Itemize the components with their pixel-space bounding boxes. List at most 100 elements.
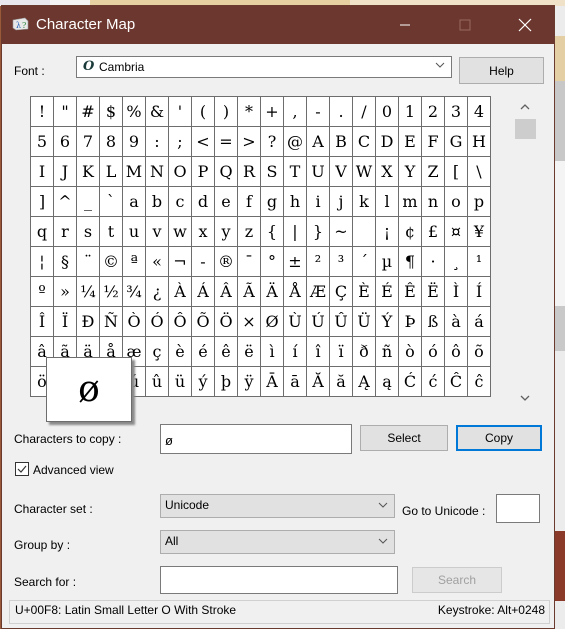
font-dropdown[interactable]: O Cambria xyxy=(76,56,452,78)
advanced-view-checkbox[interactable] xyxy=(15,462,29,476)
character-cell[interactable] xyxy=(353,217,376,247)
character-cell[interactable]: Û xyxy=(330,307,353,337)
character-cell[interactable]: õ xyxy=(468,337,491,367)
character-cell[interactable]: Y xyxy=(399,157,422,187)
character-cell[interactable]: ô xyxy=(445,337,468,367)
copy-button[interactable]: Copy xyxy=(456,425,542,451)
character-cell[interactable]: Ñ xyxy=(100,307,123,337)
scroll-down-button[interactable] xyxy=(513,389,537,407)
character-cell[interactable]: { xyxy=(261,217,284,247)
character-cell[interactable]: D xyxy=(376,127,399,157)
character-cell[interactable]: Å xyxy=(284,277,307,307)
character-cell[interactable]: y xyxy=(215,217,238,247)
character-cell[interactable]: ë xyxy=(238,337,261,367)
character-cell[interactable]: ; xyxy=(169,127,192,157)
character-cell[interactable]: ü xyxy=(169,367,192,397)
character-cell[interactable]: o xyxy=(445,187,468,217)
character-cell[interactable]: ± xyxy=(284,247,307,277)
character-cell[interactable]: £ xyxy=(422,217,445,247)
character-cell[interactable]: ´ xyxy=(353,247,376,277)
character-cell[interactable]: < xyxy=(192,127,215,157)
character-cell[interactable]: î xyxy=(307,337,330,367)
character-cell[interactable]: ì xyxy=(261,337,284,367)
character-cell[interactable]: P xyxy=(192,157,215,187)
character-cell[interactable]: 9 xyxy=(123,127,146,157)
character-cell[interactable]: ï xyxy=(330,337,353,367)
character-cell[interactable]: 8 xyxy=(100,127,123,157)
character-cell[interactable]: } xyxy=(307,217,330,247)
help-button[interactable]: Help xyxy=(459,57,544,84)
character-cell[interactable]: K xyxy=(77,157,100,187)
character-cell[interactable]: Ĉ xyxy=(445,367,468,397)
character-cell[interactable]: ) xyxy=(215,97,238,127)
character-cell[interactable]: ® xyxy=(215,247,238,277)
character-cell[interactable]: - xyxy=(307,97,330,127)
character-cell[interactable]: × xyxy=(238,307,261,337)
character-cell[interactable]: n xyxy=(422,187,445,217)
character-cell[interactable]: : xyxy=(146,127,169,157)
go-to-unicode-input[interactable] xyxy=(496,494,540,523)
character-cell[interactable]: A xyxy=(307,127,330,157)
character-cell[interactable]: º xyxy=(31,277,54,307)
character-cell[interactable]: Â xyxy=(215,277,238,307)
character-cell[interactable]: à xyxy=(445,307,468,337)
character-cell[interactable]: # xyxy=(77,97,100,127)
character-cell[interactable]: í xyxy=(284,337,307,367)
grid-scrollbar[interactable] xyxy=(513,96,537,407)
character-cell[interactable]: E xyxy=(399,127,422,157)
character-cell[interactable]: . xyxy=(330,97,353,127)
character-cell[interactable]: ÿ xyxy=(238,367,261,397)
character-cell[interactable]: À xyxy=(169,277,192,307)
select-button[interactable]: Select xyxy=(360,425,448,451)
character-cell[interactable]: È xyxy=(353,277,376,307)
character-cell[interactable]: Q xyxy=(215,157,238,187)
character-cell[interactable]: ó xyxy=(422,337,445,367)
character-cell[interactable]: L xyxy=(100,157,123,187)
character-cell[interactable]: " xyxy=(54,97,77,127)
character-cell[interactable]: Ø xyxy=(261,307,284,337)
characters-to-copy-input[interactable]: ø xyxy=(160,424,352,454)
character-cell[interactable]: ç xyxy=(146,337,169,367)
character-cell[interactable]: 2 xyxy=(422,97,445,127)
character-cell[interactable]: ă xyxy=(330,367,353,397)
character-cell[interactable]: d xyxy=(192,187,215,217)
character-cell[interactable]: Ï xyxy=(54,307,77,337)
character-cell[interactable]: ¾ xyxy=(123,277,146,307)
character-cell[interactable]: ( xyxy=(192,97,215,127)
character-cell[interactable]: Æ xyxy=(307,277,330,307)
character-cell[interactable]: v xyxy=(146,217,169,247)
character-cell[interactable]: S xyxy=(261,157,284,187)
character-cell[interactable]: ¯ xyxy=(238,247,261,277)
character-cell[interactable]: > xyxy=(238,127,261,157)
character-cell[interactable]: F xyxy=(422,127,445,157)
character-cell[interactable]: u xyxy=(123,217,146,247)
scroll-thumb[interactable] xyxy=(515,119,536,139)
character-cell[interactable]: M xyxy=(123,157,146,187)
character-cell[interactable]: z xyxy=(238,217,261,247)
character-cell[interactable]: ¥ xyxy=(468,217,491,247)
group-by-dropdown[interactable]: All xyxy=(160,530,395,554)
character-cell[interactable]: i xyxy=(307,187,330,217)
character-cell[interactable]: 4 xyxy=(468,97,491,127)
character-set-dropdown[interactable]: Unicode xyxy=(160,494,395,518)
character-cell[interactable]: Ó xyxy=(146,307,169,337)
character-cell[interactable]: Ý xyxy=(376,307,399,337)
character-cell[interactable]: 0 xyxy=(376,97,399,127)
character-cell[interactable]: f xyxy=(238,187,261,217)
character-cell[interactable]: a xyxy=(123,187,146,217)
character-cell[interactable]: ½ xyxy=(100,277,123,307)
character-cell[interactable]: ê xyxy=(215,337,238,367)
character-cell[interactable]: ¼ xyxy=(77,277,100,307)
character-cell[interactable]: ¦ xyxy=(31,247,54,277)
character-cell[interactable]: T xyxy=(284,157,307,187)
character-cell[interactable]: è xyxy=(169,337,192,367)
character-cell[interactable]: ' xyxy=(169,97,192,127)
character-cell[interactable]: t xyxy=(100,217,123,247)
character-cell[interactable]: = xyxy=(215,127,238,157)
scroll-up-button[interactable] xyxy=(513,98,537,116)
character-cell[interactable]: Á xyxy=(192,277,215,307)
character-cell[interactable]: ĉ xyxy=(468,367,491,397)
character-cell[interactable]: ¢ xyxy=(399,217,422,247)
close-button[interactable] xyxy=(502,6,548,44)
character-cell[interactable]: Z xyxy=(422,157,445,187)
